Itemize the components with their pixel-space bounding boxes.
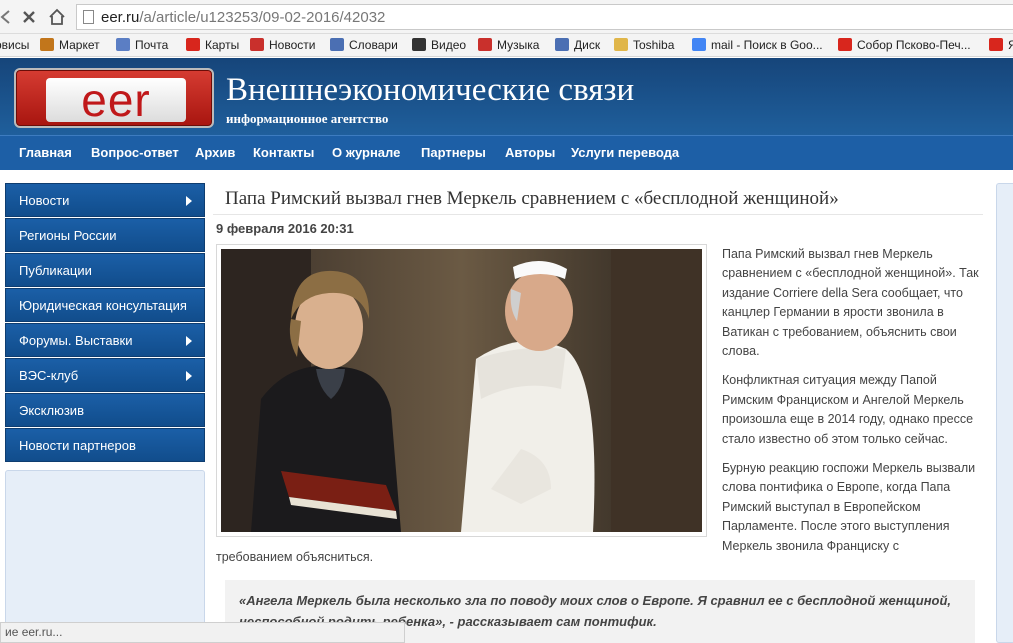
nav-authors[interactable]: Авторы — [505, 136, 555, 170]
sidebar-item[interactable]: Регионы России — [5, 218, 205, 252]
chevron-right-icon — [186, 336, 192, 346]
bookmark-label: Диск — [574, 38, 601, 52]
site-logo[interactable]: eer — [14, 68, 214, 128]
sidebar-box — [5, 470, 205, 630]
bookmark-item[interactable]: Словари — [330, 37, 398, 54]
market-icon — [40, 38, 54, 51]
sidebar-item[interactable]: Новости партнеров — [5, 428, 205, 462]
sidebar-item[interactable]: Эксклюзив — [5, 393, 205, 427]
bookmark-label: Музыка — [497, 38, 540, 52]
address-bar[interactable]: eer.ru/a/article/u123253/09-02-2016/4203… — [76, 4, 1013, 30]
bookmark-item[interactable]: рвисы — [0, 37, 29, 54]
folder-icon — [614, 38, 628, 51]
article-date: 9 февраля 2016 20:31 — [216, 221, 354, 236]
article-paragraph-continuation: требованием объясниться. — [216, 550, 374, 564]
sidebar-item-label: Публикации — [19, 263, 92, 278]
article-body: Папа Римский вызвал гнев Меркель сравнен… — [722, 245, 990, 566]
home-icon[interactable] — [48, 8, 66, 26]
yandex-icon — [989, 38, 1003, 51]
sidebar-item-label: Регионы России — [19, 228, 117, 243]
bookmark-label: Видео — [431, 38, 467, 52]
sidebar-item-label: Эксклюзив — [19, 403, 84, 418]
bookmarks-bar: рвисы Маркет Почта Карты Новости Словари Видео… — [0, 34, 1013, 57]
bookmark-item[interactable]: Я — [989, 37, 1013, 54]
bookmark-label: Словари — [349, 38, 398, 52]
status-bar: ие eer.ru... — [0, 622, 405, 643]
mail-icon — [116, 38, 130, 51]
nav-archive[interactable]: Архив — [195, 136, 235, 170]
bookmark-item[interactable]: Видео — [412, 37, 466, 54]
bookmark-item[interactable]: Карты — [186, 37, 239, 54]
site-header: eer Внешнеэкономические связи информацио… — [0, 58, 1013, 135]
main-nav: Главная Вопрос-ответ Архив Контакты О жу… — [0, 135, 1013, 170]
sidebar-item-label: ВЭС-клуб — [19, 368, 79, 383]
bookmark-label: Toshiba — [633, 38, 675, 52]
nav-contacts[interactable]: Контакты — [253, 136, 314, 170]
bookmark-label: Я — [1008, 38, 1013, 52]
music-icon — [478, 38, 492, 51]
bookmark-label: Почта — [135, 38, 169, 52]
back-arrow-icon[interactable] — [0, 8, 10, 26]
bookmark-label: Маркет — [59, 38, 100, 52]
dictionary-icon — [330, 38, 344, 51]
site-title: Внешнеэкономические связи — [226, 72, 635, 108]
nav-home[interactable]: Главная — [19, 136, 72, 170]
article-paragraph: Бурную реакцию госпожи Меркель вызвали с… — [722, 461, 976, 553]
sidebar-item-label: Юридическая консультация — [19, 298, 187, 313]
bookmark-label: mail - Поиск в Goo... — [711, 38, 823, 52]
article-title: Папа Римский вызвал гнев Меркель сравнен… — [225, 188, 839, 209]
sidebar-item[interactable]: Форумы. Выставки — [5, 323, 205, 357]
sidebar-item[interactable]: Новости — [5, 183, 205, 217]
nav-qa[interactable]: Вопрос-ответ — [91, 136, 179, 170]
chevron-right-icon — [186, 371, 192, 381]
bookmark-item[interactable]: Почта — [116, 37, 168, 54]
bookmark-label: рвисы — [0, 38, 30, 52]
google-icon — [692, 38, 706, 51]
sidebar-item[interactable]: Публикации — [5, 253, 205, 287]
chevron-right-icon — [186, 196, 192, 206]
browser-toolbar: eer.ru/a/article/u123253/09-02-2016/4203… — [0, 0, 1013, 34]
disk-icon — [555, 38, 569, 51]
bookmark-label: Карты — [205, 38, 240, 52]
sidebar-menu: Новости Регионы России Публикации Юридическ… — [5, 183, 205, 463]
bookmark-item[interactable]: Маркет — [40, 37, 100, 54]
bookmark-label: Новости — [269, 38, 316, 52]
sidebar-item-label: Форумы. Выставки — [19, 333, 133, 348]
news-icon — [250, 38, 264, 51]
right-sidebar-box — [996, 183, 1013, 643]
article-photo-frame — [216, 244, 707, 537]
video-icon — [412, 38, 426, 51]
page-icon — [83, 10, 94, 24]
article-photo — [221, 249, 702, 532]
bookmark-label: Собор Псково-Печ... — [857, 38, 971, 52]
nav-about[interactable]: О журнале — [332, 136, 400, 170]
site-subtitle: информационное агентство — [226, 111, 389, 126]
bookmark-item[interactable]: Новости — [250, 37, 315, 54]
url-text: eer.ru/a/article/u123253/09-02-2016/4203… — [101, 9, 386, 26]
bookmark-item[interactable]: Диск — [555, 37, 600, 54]
sidebar-item-label: Новости — [19, 193, 70, 208]
bookmark-item[interactable]: Toshiba — [614, 37, 674, 54]
yandex-icon — [838, 38, 852, 51]
stop-icon[interactable] — [20, 8, 38, 26]
article-paragraph: Конфликтная ситуация между Папой Римским… — [722, 373, 974, 446]
logo-text: eer — [46, 77, 186, 123]
sidebar-item[interactable]: Юридическая консультация — [5, 288, 205, 322]
nav-translation[interactable]: Услуги перевода — [571, 136, 679, 170]
article-paragraph: Папа Римский вызвал гнев Меркель сравнен… — [722, 247, 979, 359]
bookmark-item[interactable]: mail - Поиск в Goo... — [692, 37, 823, 54]
sidebar-item[interactable]: ВЭС-клуб — [5, 358, 205, 392]
bookmark-item[interactable]: Собор Псково-Печ... — [838, 37, 971, 54]
bookmark-item[interactable]: Музыка — [478, 37, 539, 54]
nav-partners[interactable]: Партнеры — [421, 136, 486, 170]
maps-pin-icon — [186, 38, 200, 51]
sidebar-item-label: Новости партнеров — [19, 438, 136, 453]
title-divider — [213, 214, 983, 215]
